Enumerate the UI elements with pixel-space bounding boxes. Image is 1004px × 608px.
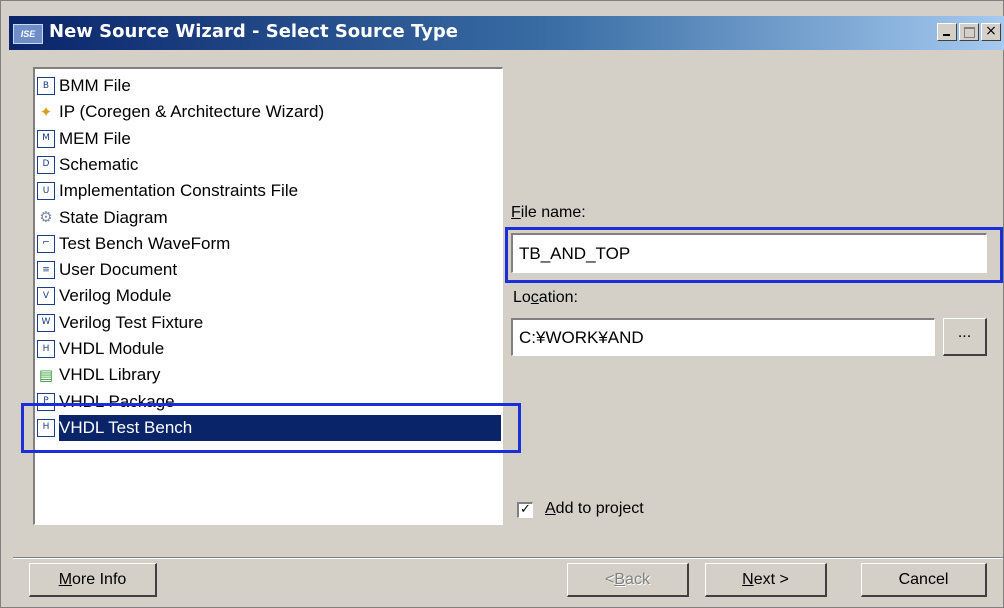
minimize-button[interactable] xyxy=(937,23,957,41)
schematic-icon: D xyxy=(37,155,55,174)
maximize-button[interactable] xyxy=(959,23,979,41)
window-controls: × xyxy=(935,23,1001,41)
more-info-mnemonic: M xyxy=(58,570,73,588)
location-label-rest: ation: xyxy=(538,289,578,306)
verilog-fixture-icon: W xyxy=(37,313,55,332)
file-name-mnemonic: F xyxy=(511,204,521,221)
waveform-icon: ⌐ xyxy=(37,234,55,253)
more-info-button[interactable]: More Info xyxy=(29,563,157,597)
source-type-label: VHDL Test Bench xyxy=(59,417,193,437)
source-type-item[interactable]: V Verilog Module xyxy=(37,283,501,309)
source-type-item[interactable]: ⚙ State Diagram xyxy=(37,205,501,231)
vhdl-package-icon: P xyxy=(37,392,55,411)
source-type-item[interactable]: B BMM File xyxy=(37,73,501,99)
close-button[interactable]: × xyxy=(981,23,1001,41)
source-type-label-wrap: Test Bench WaveForm xyxy=(59,234,230,254)
next-button[interactable]: Next > xyxy=(705,563,827,597)
state-diagram-icon: ⚙ xyxy=(39,208,53,226)
source-type-label-wrap: Schematic xyxy=(59,155,138,175)
source-type-item[interactable]: U Implementation Constraints File xyxy=(37,178,501,204)
ip-wizard-icon: ✦ xyxy=(39,102,53,121)
add-to-project-checkbox[interactable]: ✓ xyxy=(517,502,533,518)
back-label-rest: ack xyxy=(625,570,650,588)
user-document-icon: ≡ xyxy=(37,261,55,280)
next-mnemonic: N xyxy=(742,570,754,588)
source-type-item[interactable]: D Schematic xyxy=(37,152,501,178)
title-bar[interactable]: ISE New Source Wizard - Select Source Ty… xyxy=(9,16,1004,50)
constraints-file-icon: U xyxy=(37,182,55,201)
source-type-label: Schematic xyxy=(59,154,139,174)
bmm-file-icon: B xyxy=(37,77,55,95)
source-type-label-wrap: VHDL Library xyxy=(59,365,160,385)
source-type-list[interactable]: B BMM File ✦ IP (Coregen & Architecture Wiz… xyxy=(33,67,503,525)
source-type-label: IP (Coregen & Architecture Wizard) xyxy=(59,102,325,122)
verilog-module-icon: V xyxy=(37,287,55,306)
next-label-rest: ext > xyxy=(753,570,789,588)
source-type-label: VHDL Module xyxy=(59,339,165,358)
source-type-item[interactable]: ⌐ Test Bench WaveForm xyxy=(37,231,501,257)
source-type-label-wrap: VHDL Test Bench xyxy=(59,414,501,441)
file-name-label-rest: ile name: xyxy=(520,204,586,221)
source-type-label-wrap: State Diagram xyxy=(59,208,168,228)
back-button[interactable]: < Back xyxy=(567,563,689,597)
source-type-item[interactable]: H VHDL Module xyxy=(37,336,501,362)
location-input[interactable]: C:¥WORK¥AND xyxy=(511,318,935,356)
minimize-icon xyxy=(943,34,950,36)
location-label-start: Lo xyxy=(513,289,531,306)
location-label: Location: xyxy=(513,289,578,307)
source-type-label-wrap: VHDL Module xyxy=(59,339,164,359)
location-mnemonic: c xyxy=(530,289,539,306)
source-type-label-wrap: IP (Coregen & Architecture Wizard) xyxy=(59,102,324,122)
ise-app-icon: ISE xyxy=(13,24,43,44)
source-type-item[interactable]: M MEM File xyxy=(37,126,501,152)
source-type-label: MEM File xyxy=(59,128,131,148)
vhdl-module-icon: H xyxy=(37,340,55,358)
back-label-start: < xyxy=(605,570,615,588)
source-type-label: VHDL Package xyxy=(59,391,175,411)
source-type-label-wrap: MEM File xyxy=(59,129,131,149)
wizard-window: ISE New Source Wizard - Select Source Ty… xyxy=(0,0,1004,608)
file-name-label: File name: xyxy=(511,204,586,222)
vhdl-library-icon: ▤ xyxy=(38,365,54,384)
source-type-label: State Diagram xyxy=(59,207,168,227)
source-type-label: Verilog Module xyxy=(59,286,172,306)
maximize-icon xyxy=(964,27,975,38)
source-type-item[interactable]: P VHDL Package xyxy=(37,389,501,415)
source-type-label: Verilog Test Fixture xyxy=(59,312,204,332)
source-type-label-wrap: Verilog Test Fixture xyxy=(59,313,203,333)
add-to-project-label-rest: dd to project xyxy=(555,500,644,517)
source-type-label-wrap: VHDL Package xyxy=(59,392,175,412)
source-type-label: BMM File xyxy=(59,76,131,95)
source-type-item[interactable]: W Verilog Test Fixture xyxy=(37,310,501,336)
source-type-label-wrap: Verilog Module xyxy=(59,286,171,306)
source-type-item[interactable]: ✦ IP (Coregen & Architecture Wizard) xyxy=(37,99,501,125)
source-type-label-wrap: Implementation Constraints File xyxy=(59,181,298,201)
source-type-item[interactable]: ▤ VHDL Library xyxy=(37,362,501,388)
more-info-label-rest: ore Info xyxy=(72,570,127,588)
source-type-label: Implementation Constraints File xyxy=(59,181,299,201)
vhdl-testbench-icon: H xyxy=(37,418,55,437)
source-type-label: Test Bench WaveForm xyxy=(59,233,231,253)
button-separator xyxy=(13,557,1003,559)
mem-file-icon: M xyxy=(37,129,55,148)
add-to-project-mnemonic: A xyxy=(545,500,556,517)
cancel-button[interactable]: Cancel xyxy=(861,563,987,597)
source-type-item[interactable]: H VHDL Test Bench xyxy=(37,414,501,441)
window-title: New Source Wizard - Select Source Type xyxy=(49,21,458,42)
close-icon: × xyxy=(985,23,997,39)
back-mnemonic: B xyxy=(614,570,626,588)
source-type-label: User Document xyxy=(59,260,178,280)
add-to-project-label[interactable]: Add to project xyxy=(545,500,644,518)
source-type-label-wrap: User Document xyxy=(59,260,177,280)
source-type-item[interactable]: ≡ User Document xyxy=(37,257,501,283)
browse-button[interactable]: ... xyxy=(943,318,987,356)
file-name-input[interactable]: TB_AND_TOP xyxy=(511,233,987,273)
source-type-label: VHDL Library xyxy=(59,365,161,385)
source-type-label-wrap: BMM File xyxy=(59,76,131,96)
